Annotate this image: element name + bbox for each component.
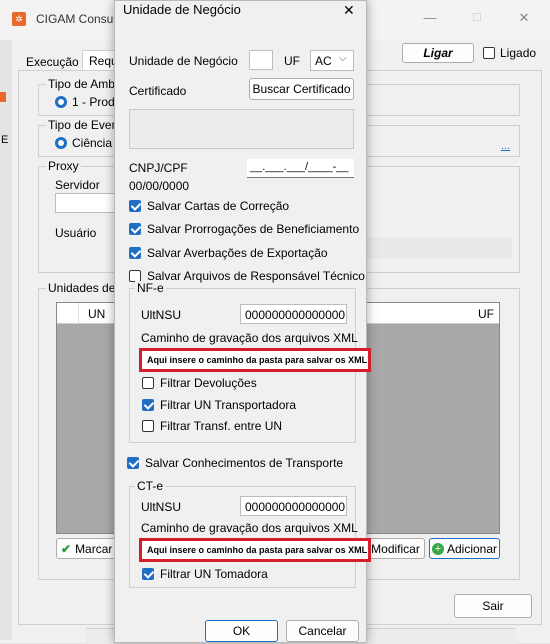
nfe-ultnsu-input[interactable]: 000000000000000 [240,304,347,324]
salvar-conhecimentos-checkbox[interactable] [127,457,139,469]
sair-button-label: Sair [482,599,504,613]
edge-letter: E [1,134,9,146]
left-edge-strip [0,40,12,640]
nfe-filtrar-devolucoes-label: Filtrar Devoluções [160,376,257,390]
nfe-filtrar-transf-label: Filtrar Transf. entre UN [160,419,283,433]
ok-button[interactable]: OK [205,620,278,642]
adicionar-button[interactable]: + Adicionar [429,538,500,559]
cte-group-label: CT-e [135,479,166,493]
tipo-ambiente-radio[interactable] [55,96,67,108]
uf-select-value: AC [315,54,332,68]
salvar-averbacoes-checkbox[interactable] [129,247,141,259]
salvar-arquivos-resp-label: Salvar Arquivos de Responsável Técnico [147,269,365,283]
tipo-evento-radio[interactable] [55,137,67,149]
nfe-filtrar-un-transportadora-label: Filtrar UN Transportadora [160,398,297,412]
minimize-icon[interactable]: — [420,8,440,28]
cte-ultnsu-value: 000000000000000 [245,500,346,514]
nfe-ultnsu-label: UltNSU [141,308,182,322]
cnpj-mask: __.___.___/____-__ [250,161,349,173]
uf-select[interactable]: AC ⌵ [310,50,354,71]
nfe-filtrar-un-transportadora-checkbox[interactable] [142,399,154,411]
cancelar-button[interactable]: Cancelar [286,620,359,642]
cte-caminho-label: Caminho de gravação dos arquivos XML [141,521,358,535]
adicionar-button-label: Adicionar [446,541,498,556]
salvar-prorrogacoes-label: Salvar Prorrogações de Beneficiamento [147,222,360,236]
nfe-ultnsu-value: 000000000000000 [245,308,346,322]
nfe-filtrar-devolucoes-checkbox[interactable] [142,377,154,389]
salvar-conhecimentos-label: Salvar Conhecimentos de Transporte [145,456,344,470]
marcar-button[interactable]: ✔ Marcar [56,538,118,559]
cnpj-value: 00/00/0000 [129,179,190,193]
modificar-button-label: Modificar [371,541,420,556]
ligado-label: Ligado [500,46,537,60]
cte-ultnsu-input[interactable]: 000000000000000 [240,496,347,516]
left-edge-orange-mark [0,92,6,102]
nfe-group-label: NF-e [135,281,166,295]
table-col-uf: UF [478,307,494,321]
check-icon: ✔ [61,541,72,556]
buscar-certificado-label: Buscar Certificado [252,82,351,96]
certificado-info-box [129,109,354,149]
ok-button-label: OK [232,624,251,638]
salvar-prorrogacoes-checkbox[interactable] [129,223,141,235]
table-col-divider [78,303,79,323]
close-icon[interactable]: ✕ [514,8,534,28]
cte-filtrar-un-tomadora-label: Filtrar UN Tomadora [160,567,268,581]
dialog-close-icon[interactable]: ✕ [343,2,355,19]
add-icon: + [431,542,444,555]
app-icon: ✲ [12,12,26,26]
cte-ultnsu-label: UltNSU [141,500,182,514]
salvar-cartas-checkbox[interactable] [129,200,141,212]
certificado-label: Certificado [129,84,187,98]
unidade-negocio-label: Unidade de Negócio [129,54,238,68]
tipo-evento-label: Tipo de Event [46,118,124,132]
ellipsis-link[interactable]: ... [501,140,510,152]
salvar-cartas-label: Salvar Cartas de Correção [147,199,290,213]
servidor-input[interactable] [55,193,117,213]
salvar-averbacoes-label: Salvar Averbações de Exportação [147,246,328,260]
usuario-label: Usuário [55,226,97,240]
proxy-label: Proxy [46,159,81,173]
buscar-certificado-button[interactable]: Buscar Certificado [249,78,354,100]
cte-filtrar-un-tomadora-checkbox[interactable] [142,568,154,580]
tab-execucao[interactable]: Execução [26,55,79,69]
marcar-button-label: Marcar [75,541,113,556]
ligado-checkbox[interactable] [483,47,495,59]
cnpj-input[interactable]: __.___.___/____-__ [247,159,354,178]
table-col-un: UN [88,307,106,321]
proxy-right-input[interactable] [366,238,512,258]
chevron-down-icon: ⌵ [339,53,347,64]
unidade-negocio-dialog: Unidade de Negócio ✕ Unidade de Negócio … [114,0,371,643]
cte-caminho-input[interactable]: Aqui insere o caminho da pasta para salv… [139,538,371,562]
sair-button[interactable]: Sair [454,594,532,618]
servidor-label: Servidor [55,178,100,192]
ligar-button-label: Ligar [423,46,453,60]
maximize-icon[interactable]: ☐ [467,8,487,28]
nfe-filtrar-transf-checkbox[interactable] [142,420,154,432]
uf-label: UF [284,54,300,68]
ligar-button[interactable]: Ligar [402,43,474,63]
cnpj-label: CNPJ/CPF [129,161,188,175]
cancelar-button-label: Cancelar [298,624,347,638]
dialog-title: Unidade de Negócio [123,2,241,17]
nfe-caminho-input[interactable]: Aqui insere o caminho da pasta para salv… [139,348,371,372]
modificar-button[interactable]: Modificar [366,538,425,559]
unidade-negocio-input[interactable] [249,50,273,70]
background-window-title: CIGAM Consul [36,12,117,26]
nfe-caminho-label: Caminho de gravação dos arquivos XML [141,331,358,345]
